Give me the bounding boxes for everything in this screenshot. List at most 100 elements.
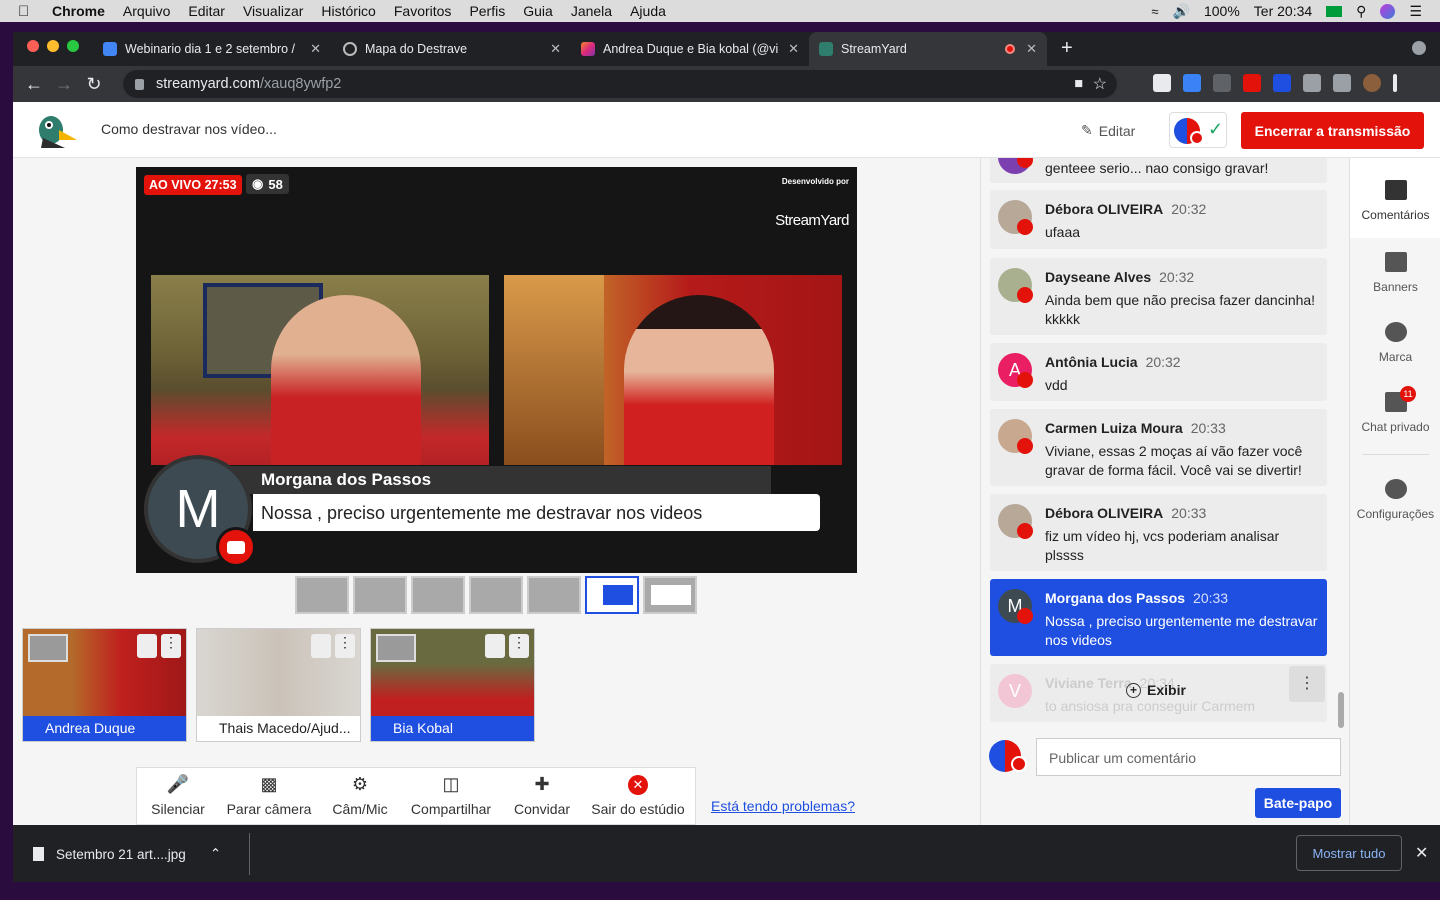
more-options-icon[interactable]: ⋮: [335, 634, 355, 658]
chat-button[interactable]: Bate-papo: [1255, 788, 1341, 818]
more-options-icon[interactable]: ⋮: [161, 634, 181, 658]
destination-selector[interactable]: ✓: [1169, 112, 1227, 148]
clock[interactable]: Ter 20:34: [1254, 3, 1312, 19]
troubleshoot-link[interactable]: Está tendo problemas?: [711, 798, 855, 814]
extension-iq-icon[interactable]: [1183, 74, 1201, 92]
close-shelf-icon[interactable]: ✕: [1415, 843, 1428, 863]
chat-message[interactable]: Dayseane Alves 20:32 Ainda bem que não pr…: [990, 258, 1327, 335]
menu-guia[interactable]: Guia: [523, 3, 553, 19]
layout-sidebar[interactable]: [585, 576, 639, 614]
chat-scrollbar[interactable]: [1338, 692, 1344, 728]
close-tab-icon[interactable]: ✕: [550, 41, 561, 57]
minimize-window-button[interactable]: [47, 40, 59, 52]
tab-instagram[interactable]: Andrea Duque e Bia kobal (@vi ✕: [571, 32, 809, 66]
message-options-icon[interactable]: ⋮: [1289, 666, 1325, 702]
volume-icon[interactable]: 🔊: [1173, 3, 1190, 20]
streamyard-logo[interactable]: [35, 110, 79, 150]
chat-message[interactable]: Carmen Luiza Moura 20:33 Viviane, essas 2…: [990, 409, 1327, 486]
chat-message[interactable]: genteee serio... nao consigo gravar!: [990, 158, 1327, 183]
layout-solo[interactable]: [295, 576, 349, 614]
menu-app[interactable]: Chrome: [52, 3, 105, 19]
search-icon[interactable]: ⚲: [1356, 3, 1366, 20]
comment-input[interactable]: Publicar um comentário: [1036, 738, 1341, 776]
invite-button[interactable]: ✚ Convidar: [501, 768, 583, 824]
layout-thin[interactable]: [411, 576, 465, 614]
nav-private-chat[interactable]: 11 Chat privado: [1350, 386, 1440, 434]
menu-ajuda[interactable]: Ajuda: [630, 3, 666, 19]
menu-arquivo[interactable]: Arquivo: [123, 3, 170, 19]
show-all-downloads-button[interactable]: Mostrar tudo: [1296, 835, 1402, 871]
extension-facebook-icon[interactable]: [1213, 74, 1231, 92]
tab-mapa[interactable]: Mapa do Destrave ✕: [333, 32, 571, 66]
menu-janela[interactable]: Janela: [571, 3, 612, 19]
wifi-icon[interactable]: ≈: [1151, 4, 1158, 19]
download-item[interactable]: Setembro 21 art....jpg ⌃: [33, 846, 221, 862]
flag-icon[interactable]: [1326, 5, 1343, 17]
stop-camera-button[interactable]: ▩ Parar câmera: [219, 768, 319, 824]
nav-settings[interactable]: Configurações: [1350, 479, 1440, 521]
siri-icon[interactable]: [1380, 3, 1396, 19]
playlist-icon[interactable]: [1333, 74, 1351, 92]
broadcast-title[interactable]: Como destravar nos vídeo...: [101, 121, 277, 137]
new-tab-button[interactable]: +: [1061, 37, 1073, 60]
back-icon[interactable]: ←: [19, 74, 49, 95]
extension-code-icon[interactable]: [1273, 74, 1291, 92]
mute-button[interactable]: 🎤 Silenciar: [137, 768, 219, 824]
nav-comments[interactable]: Comentários: [1350, 158, 1440, 238]
extension-video-icon[interactable]: [1243, 74, 1261, 92]
layout-fullscreen[interactable]: [643, 576, 697, 614]
layout-group[interactable]: [469, 576, 523, 614]
apple-icon[interactable]: : [18, 3, 34, 20]
url-field[interactable]: streamyard.com/xauq8ywfp2 ■ ☆: [123, 70, 1117, 98]
leave-studio-button[interactable]: ✕ Sair do estúdio: [583, 768, 693, 824]
participant-card[interactable]: ⋮ Thais Macedo/Ajud...: [196, 628, 361, 742]
chevron-up-icon[interactable]: ⌃: [210, 846, 221, 862]
mic-icon[interactable]: [137, 634, 157, 658]
mic-icon[interactable]: [485, 634, 505, 658]
profile-avatar[interactable]: [1363, 74, 1381, 92]
show-on-stage-button[interactable]: + Exibir: [1126, 682, 1186, 698]
youtube-icon: [216, 527, 256, 567]
tab-streamyard[interactable]: StreamYard ✕: [809, 32, 1047, 66]
chat-message[interactable]: Débora OLIVEIRA 20:32 ufaaa: [990, 190, 1327, 249]
close-tab-icon[interactable]: ✕: [310, 41, 321, 57]
camera-icon[interactable]: ■: [1074, 76, 1083, 92]
nav-banners[interactable]: Banners: [1350, 252, 1440, 294]
menu-perfis[interactable]: Perfis: [469, 3, 505, 19]
menu-historico[interactable]: Histórico: [321, 3, 375, 19]
kebab-menu-icon[interactable]: [1393, 74, 1397, 92]
menu-editar[interactable]: Editar: [188, 3, 225, 19]
tab-search-icon[interactable]: [1412, 41, 1426, 55]
star-icon[interactable]: ☆: [1093, 74, 1107, 94]
puzzle-icon[interactable]: [1303, 74, 1321, 92]
person-icon[interactable]: [376, 634, 416, 662]
layout-leader[interactable]: [527, 576, 581, 614]
layout-split[interactable]: [353, 576, 407, 614]
close-window-button[interactable]: [27, 40, 39, 52]
menu-visualizar[interactable]: Visualizar: [243, 3, 303, 19]
participant-card[interactable]: ⋮ Bia Kobal: [370, 628, 535, 742]
more-options-icon[interactable]: ⋮: [509, 634, 529, 658]
cam-mic-settings-button[interactable]: ⚙ Câm/Mic: [319, 768, 401, 824]
control-center-icon[interactable]: ☰: [1409, 3, 1422, 20]
menu-favoritos[interactable]: Favoritos: [394, 3, 452, 19]
chat-message-highlighted[interactable]: M Morgana dos Passos 20:33 Nossa , precis…: [990, 579, 1327, 656]
person-icon[interactable]: [28, 634, 68, 662]
chat-message[interactable]: V Viviane Terra 20:34 to ansiosa pra cons…: [990, 664, 1327, 722]
participant-card[interactable]: ⋮ Andrea Duque: [22, 628, 187, 742]
nav-brand[interactable]: Marca: [1350, 322, 1440, 364]
chat-message[interactable]: A Antônia Lucia 20:32 vdd: [990, 343, 1327, 401]
reload-icon[interactable]: ↻: [79, 74, 109, 95]
end-broadcast-button[interactable]: Encerrar a transmissão: [1241, 112, 1424, 149]
close-tab-icon[interactable]: ✕: [1026, 41, 1037, 57]
battery-label[interactable]: 100%: [1204, 3, 1240, 19]
tab-webinario[interactable]: Webinario dia 1 e 2 setembro / ✕: [93, 32, 331, 66]
edit-button[interactable]: ✎ Editar: [1081, 122, 1135, 139]
muted-mic-icon[interactable]: [311, 634, 331, 658]
extension-b-icon[interactable]: [1153, 74, 1171, 92]
share-screen-button[interactable]: ◫ Compartilhar: [401, 768, 501, 824]
chat-message[interactable]: Débora OLIVEIRA 20:33 fiz um vídeo hj, vc…: [990, 494, 1327, 571]
forward-icon[interactable]: →: [49, 74, 79, 95]
close-tab-icon[interactable]: ✕: [788, 41, 799, 57]
zoom-window-button[interactable]: [67, 40, 79, 52]
